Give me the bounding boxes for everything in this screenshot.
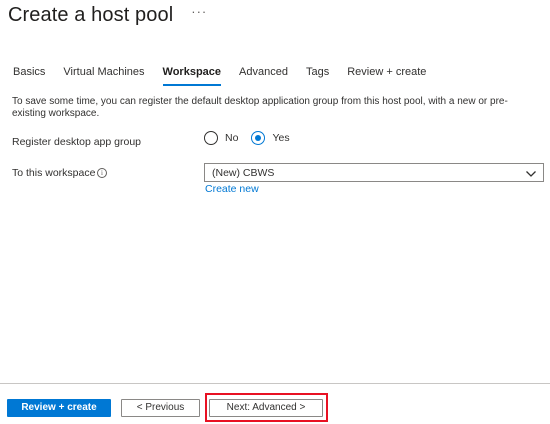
- tab-advanced[interactable]: Advanced: [239, 64, 288, 86]
- tab-virtual-machines[interactable]: Virtual Machines: [63, 64, 144, 86]
- radio-yes[interactable]: Yes: [251, 131, 290, 145]
- radio-no[interactable]: No: [204, 131, 238, 145]
- radio-no-label: No: [225, 132, 239, 144]
- radio-no-circle[interactable]: [204, 131, 218, 145]
- info-icon[interactable]: i: [97, 168, 107, 178]
- tab-bar: Basics Virtual Machines Workspace Advanc…: [13, 64, 444, 86]
- previous-button[interactable]: < Previous: [121, 399, 200, 417]
- chevron-down-icon: [525, 167, 537, 185]
- radio-yes-circle[interactable]: [251, 131, 266, 145]
- create-new-workspace-link[interactable]: Create new: [205, 183, 259, 195]
- workspace-description: To save some time, you can register the …: [12, 96, 508, 119]
- review-create-button[interactable]: Review + create: [7, 399, 111, 417]
- workspace-label: To this workspace: [12, 167, 96, 179]
- workspace-select[interactable]: (New) CBWS: [204, 163, 544, 182]
- tab-review-create[interactable]: Review + create: [347, 64, 426, 86]
- tab-workspace[interactable]: Workspace: [162, 64, 221, 86]
- more-ellipsis-icon[interactable]: ···: [191, 4, 207, 19]
- tab-tags[interactable]: Tags: [306, 64, 329, 86]
- register-app-group-label: Register desktop app group: [12, 136, 141, 148]
- footer-divider: [0, 383, 550, 384]
- page-title: Create a host pool: [8, 3, 174, 26]
- next-advanced-button[interactable]: Next: Advanced >: [209, 399, 323, 417]
- page-header: Create a host pool ···: [8, 2, 207, 28]
- tab-basics[interactable]: Basics: [13, 64, 45, 86]
- radio-yes-label: Yes: [272, 132, 290, 144]
- workspace-select-value: (New) CBWS: [212, 167, 275, 179]
- register-app-group-radio-group: No Yes: [204, 131, 303, 145]
